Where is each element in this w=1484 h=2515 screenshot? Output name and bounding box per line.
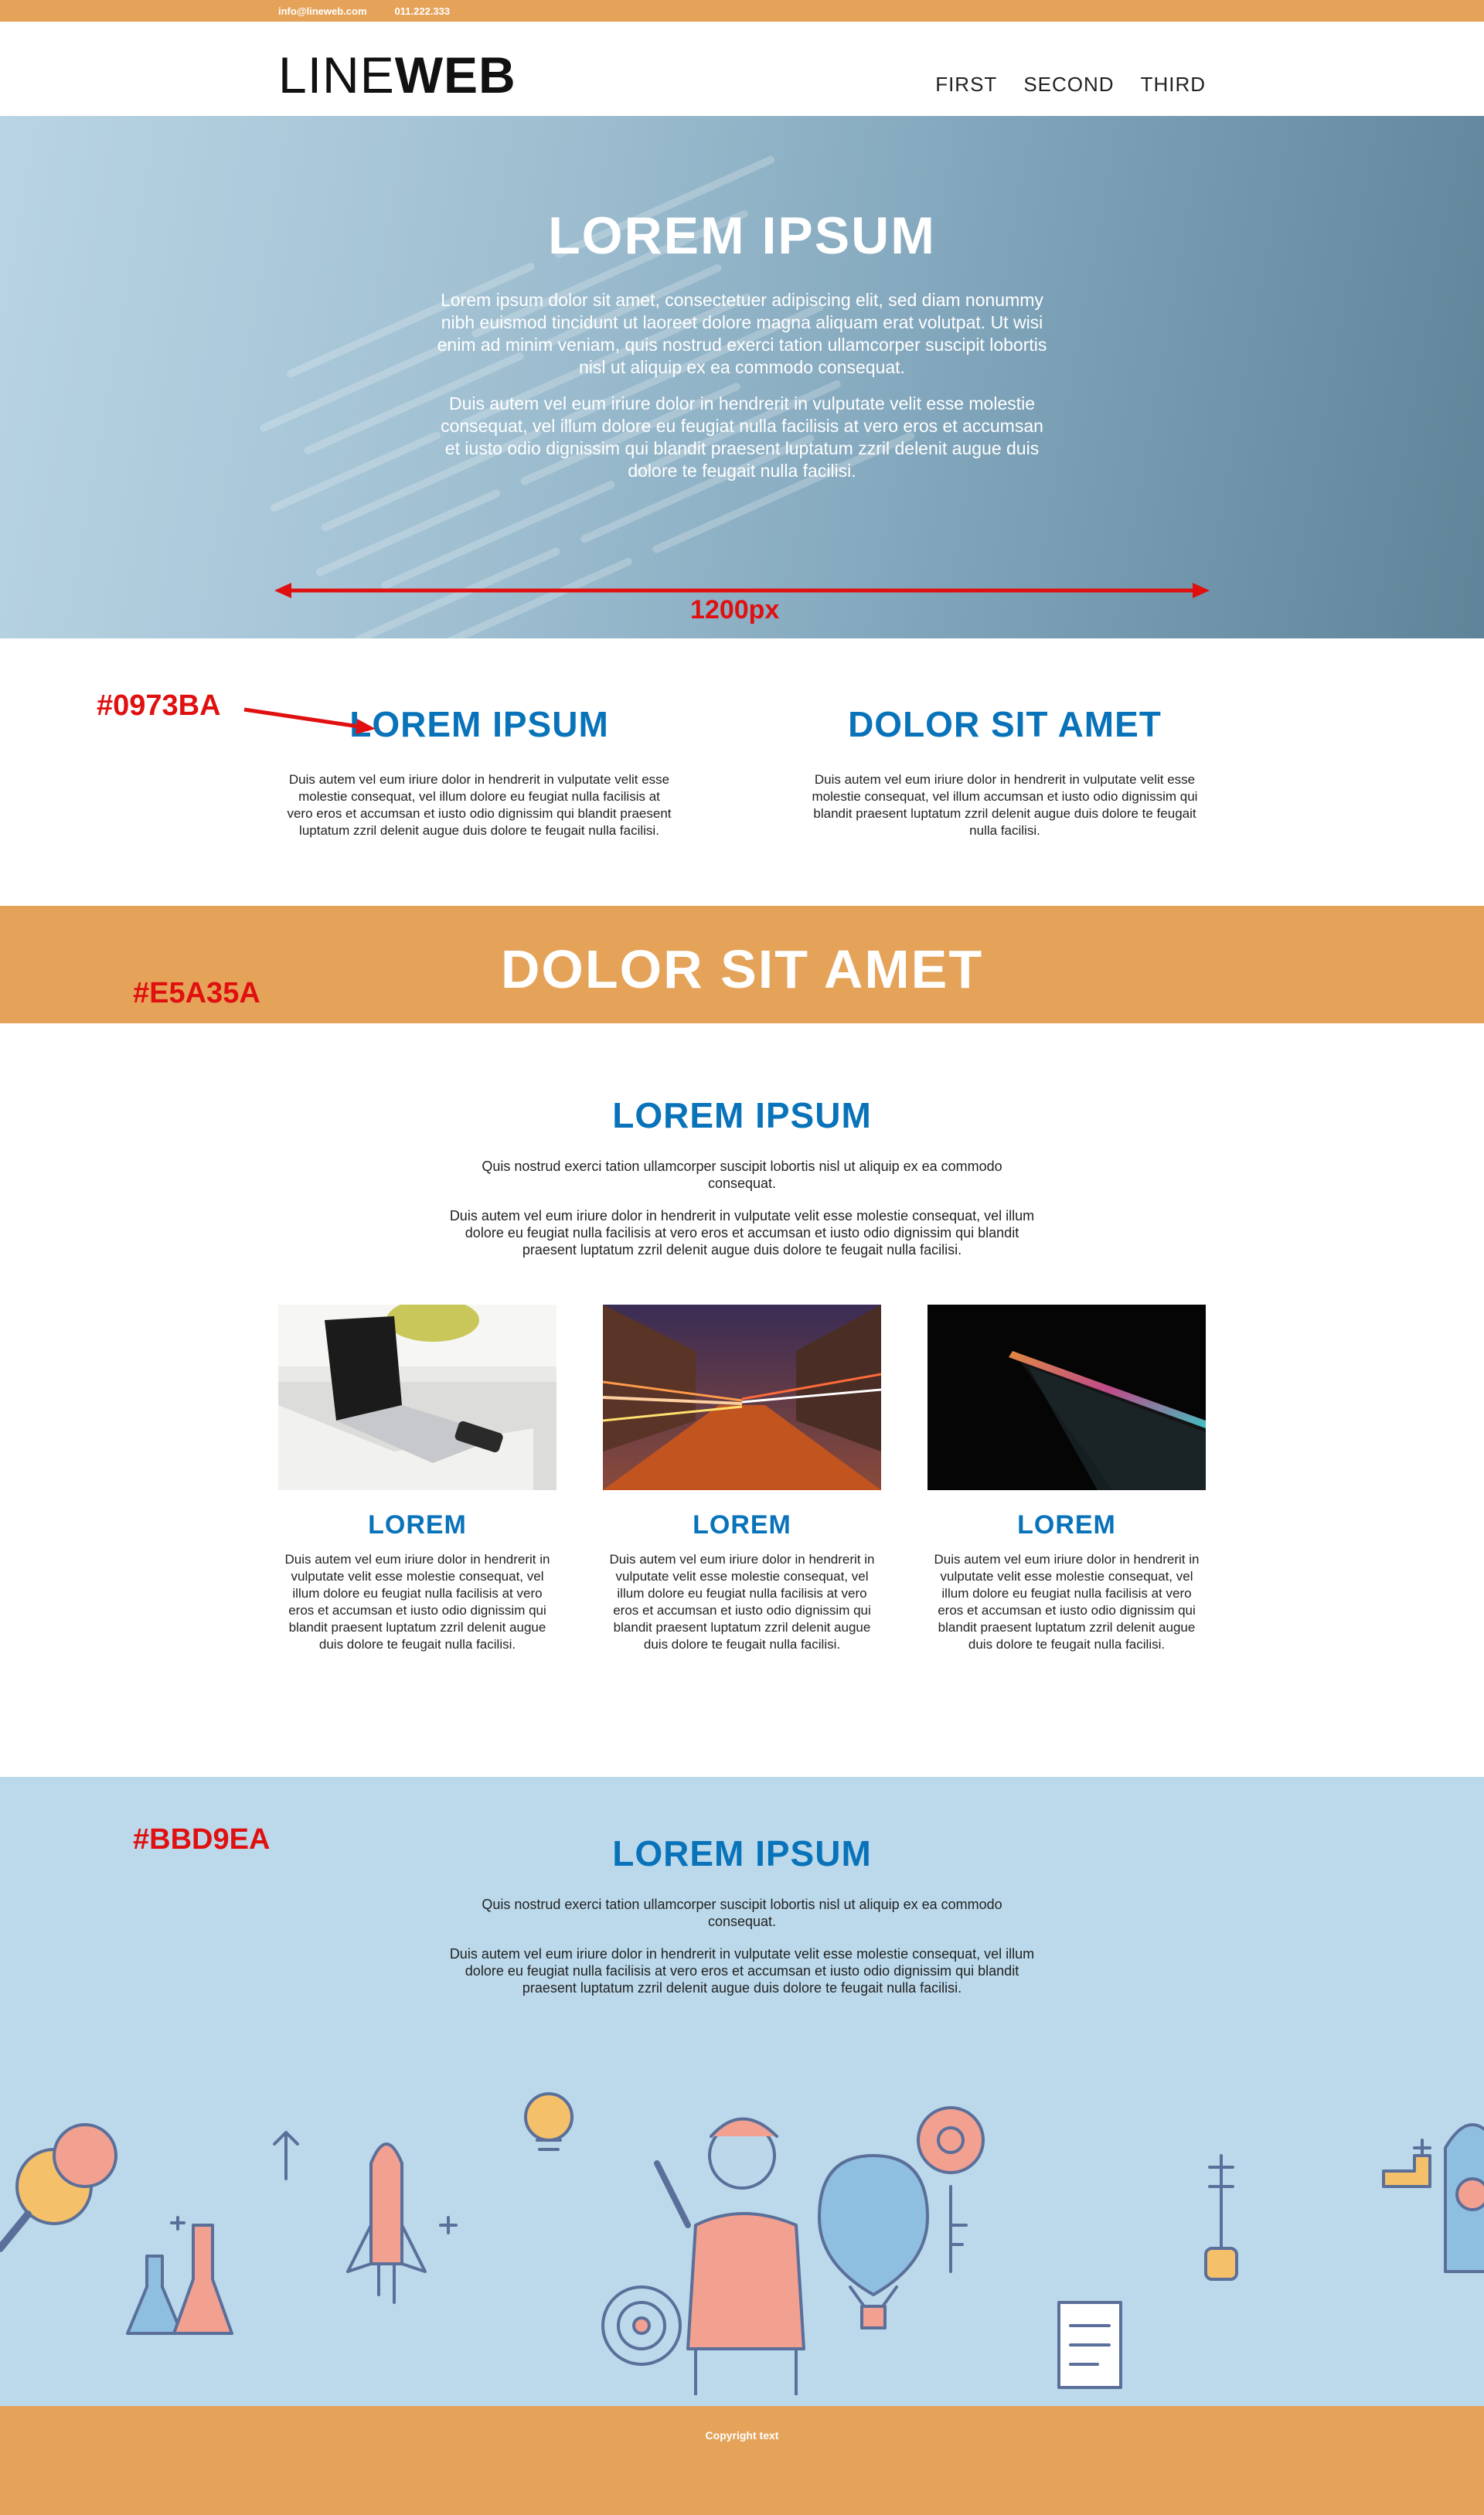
nav-item-second[interactable]: SECOND [1023,73,1114,97]
flask-icon [126,2224,233,2335]
site-header: LINEWEB FIRST SECOND THIRD [0,22,1484,116]
two-column-section: #0973BA LOREM IPSUM Duis autem vel eum i… [0,638,1484,906]
key-icon [1204,2154,1238,2281]
city-lights-photo [603,1305,881,1490]
column-dolor: DOLOR SIT AMET Duis autem vel eum iriure… [804,703,1206,839]
color-annotation-orange: #E5A35A [133,977,260,1009]
hero-content: LOREM IPSUM Lorem ipsum dolor sit amet, … [433,116,1051,482]
hero-paragraph-2: Duis autem vel eum iriure dolor in hendr… [441,393,1043,481]
hero-paragraph-1: Lorem ipsum dolor sit amet, consectetuer… [437,290,1047,377]
logo-light-text: LINE [278,46,395,104]
lightbulb-icon [524,2092,574,2151]
top-bar: info@lineweb.com 011.222.333 [0,0,1484,22]
business-illustration [0,2092,1484,2395]
card-title: LOREM [368,1510,467,1540]
main-nav: FIRST SECOND THIRD [935,73,1206,97]
orange-banner: #E5A35A DOLOR SIT AMET [0,906,1484,1023]
contact-email[interactable]: info@lineweb.com [278,5,367,17]
feature-card[interactable]: LOREM Duis autem vel eum iriure dolor in… [278,1305,556,1653]
nav-item-third[interactable]: THIRD [1141,73,1206,97]
hero-title: LOREM IPSUM [548,206,936,265]
arrow-right-icon [1193,583,1210,598]
copyright-text: Copyright text [705,2429,779,2442]
feature-card[interactable]: LOREM Duis autem vel eum iriure dolor in… [928,1305,1206,1653]
logo-bold-text: WEB [394,46,516,104]
magnifier-icon [0,2123,117,2252]
site-footer: Copyright text [0,2406,1484,2515]
arrow-left-icon [274,583,291,598]
annotation-arrow-icon [243,707,376,734]
chart-icon [1382,2154,1431,2188]
card-title: LOREM [1017,1510,1116,1540]
color-annotation-light-blue: #BBD9EA [133,1823,271,1856]
features-lead-1: Quis nostrud exerci tation ullamcorper s… [482,1159,1002,1191]
hot-air-balloon-icon [818,2154,929,2330]
rocket-icon [1444,2123,1484,2273]
color-annotation-blue: #0973BA [97,689,221,722]
checklist-icon [1057,2301,1122,2389]
width-measure-label: 1200px [690,595,780,624]
blue-section-lead-2: Duis autem vel eum iriure dolor in hendr… [449,1946,1035,1996]
light-blue-section: #BBD9EA LOREM IPSUM Quis nostrud exerci … [0,1777,1484,2406]
features-title: LOREM IPSUM [612,1095,872,1135]
card-text: Duis autem vel eum iriure dolor in hendr… [934,1552,1200,1652]
column-title: DOLOR SIT AMET [848,704,1162,744]
laptop-photo [278,1305,556,1490]
features-section: LOREM IPSUM Quis nostrud exerci tation u… [0,1023,1484,1777]
card-title: LOREM [693,1510,791,1540]
hero-section: LOREM IPSUM Lorem ipsum dolor sit amet, … [0,116,1484,638]
feature-cards: LOREM Duis autem vel eum iriure dolor in… [278,1305,1206,1653]
column-text: Duis autem vel eum iriure dolor in hendr… [812,772,1198,838]
target-icon [601,2285,682,2366]
dark-laptop-photo [928,1305,1206,1490]
contact-phone[interactable]: 011.222.333 [395,5,451,17]
top-bar-inner: info@lineweb.com 011.222.333 [278,0,1206,22]
nav-item-first[interactable]: FIRST [935,73,997,97]
column-text: Duis autem vel eum iriure dolor in hendr… [287,772,672,838]
card-text: Duis autem vel eum iriure dolor in hendr… [609,1552,875,1652]
rocket-icon [346,2142,427,2304]
card-text: Duis autem vel eum iriure dolor in hendr… [284,1552,550,1652]
feature-card[interactable]: LOREM Duis autem vel eum iriure dolor in… [603,1305,881,1653]
gear-icon [917,2106,985,2273]
features-lead-2: Duis autem vel eum iriure dolor in hendr… [449,1208,1035,1258]
site-logo[interactable]: LINEWEB [278,49,516,100]
blue-section-lead-1: Quis nostrud exerci tation ullamcorper s… [482,1897,1002,1929]
businessman-figure [654,2117,805,2395]
